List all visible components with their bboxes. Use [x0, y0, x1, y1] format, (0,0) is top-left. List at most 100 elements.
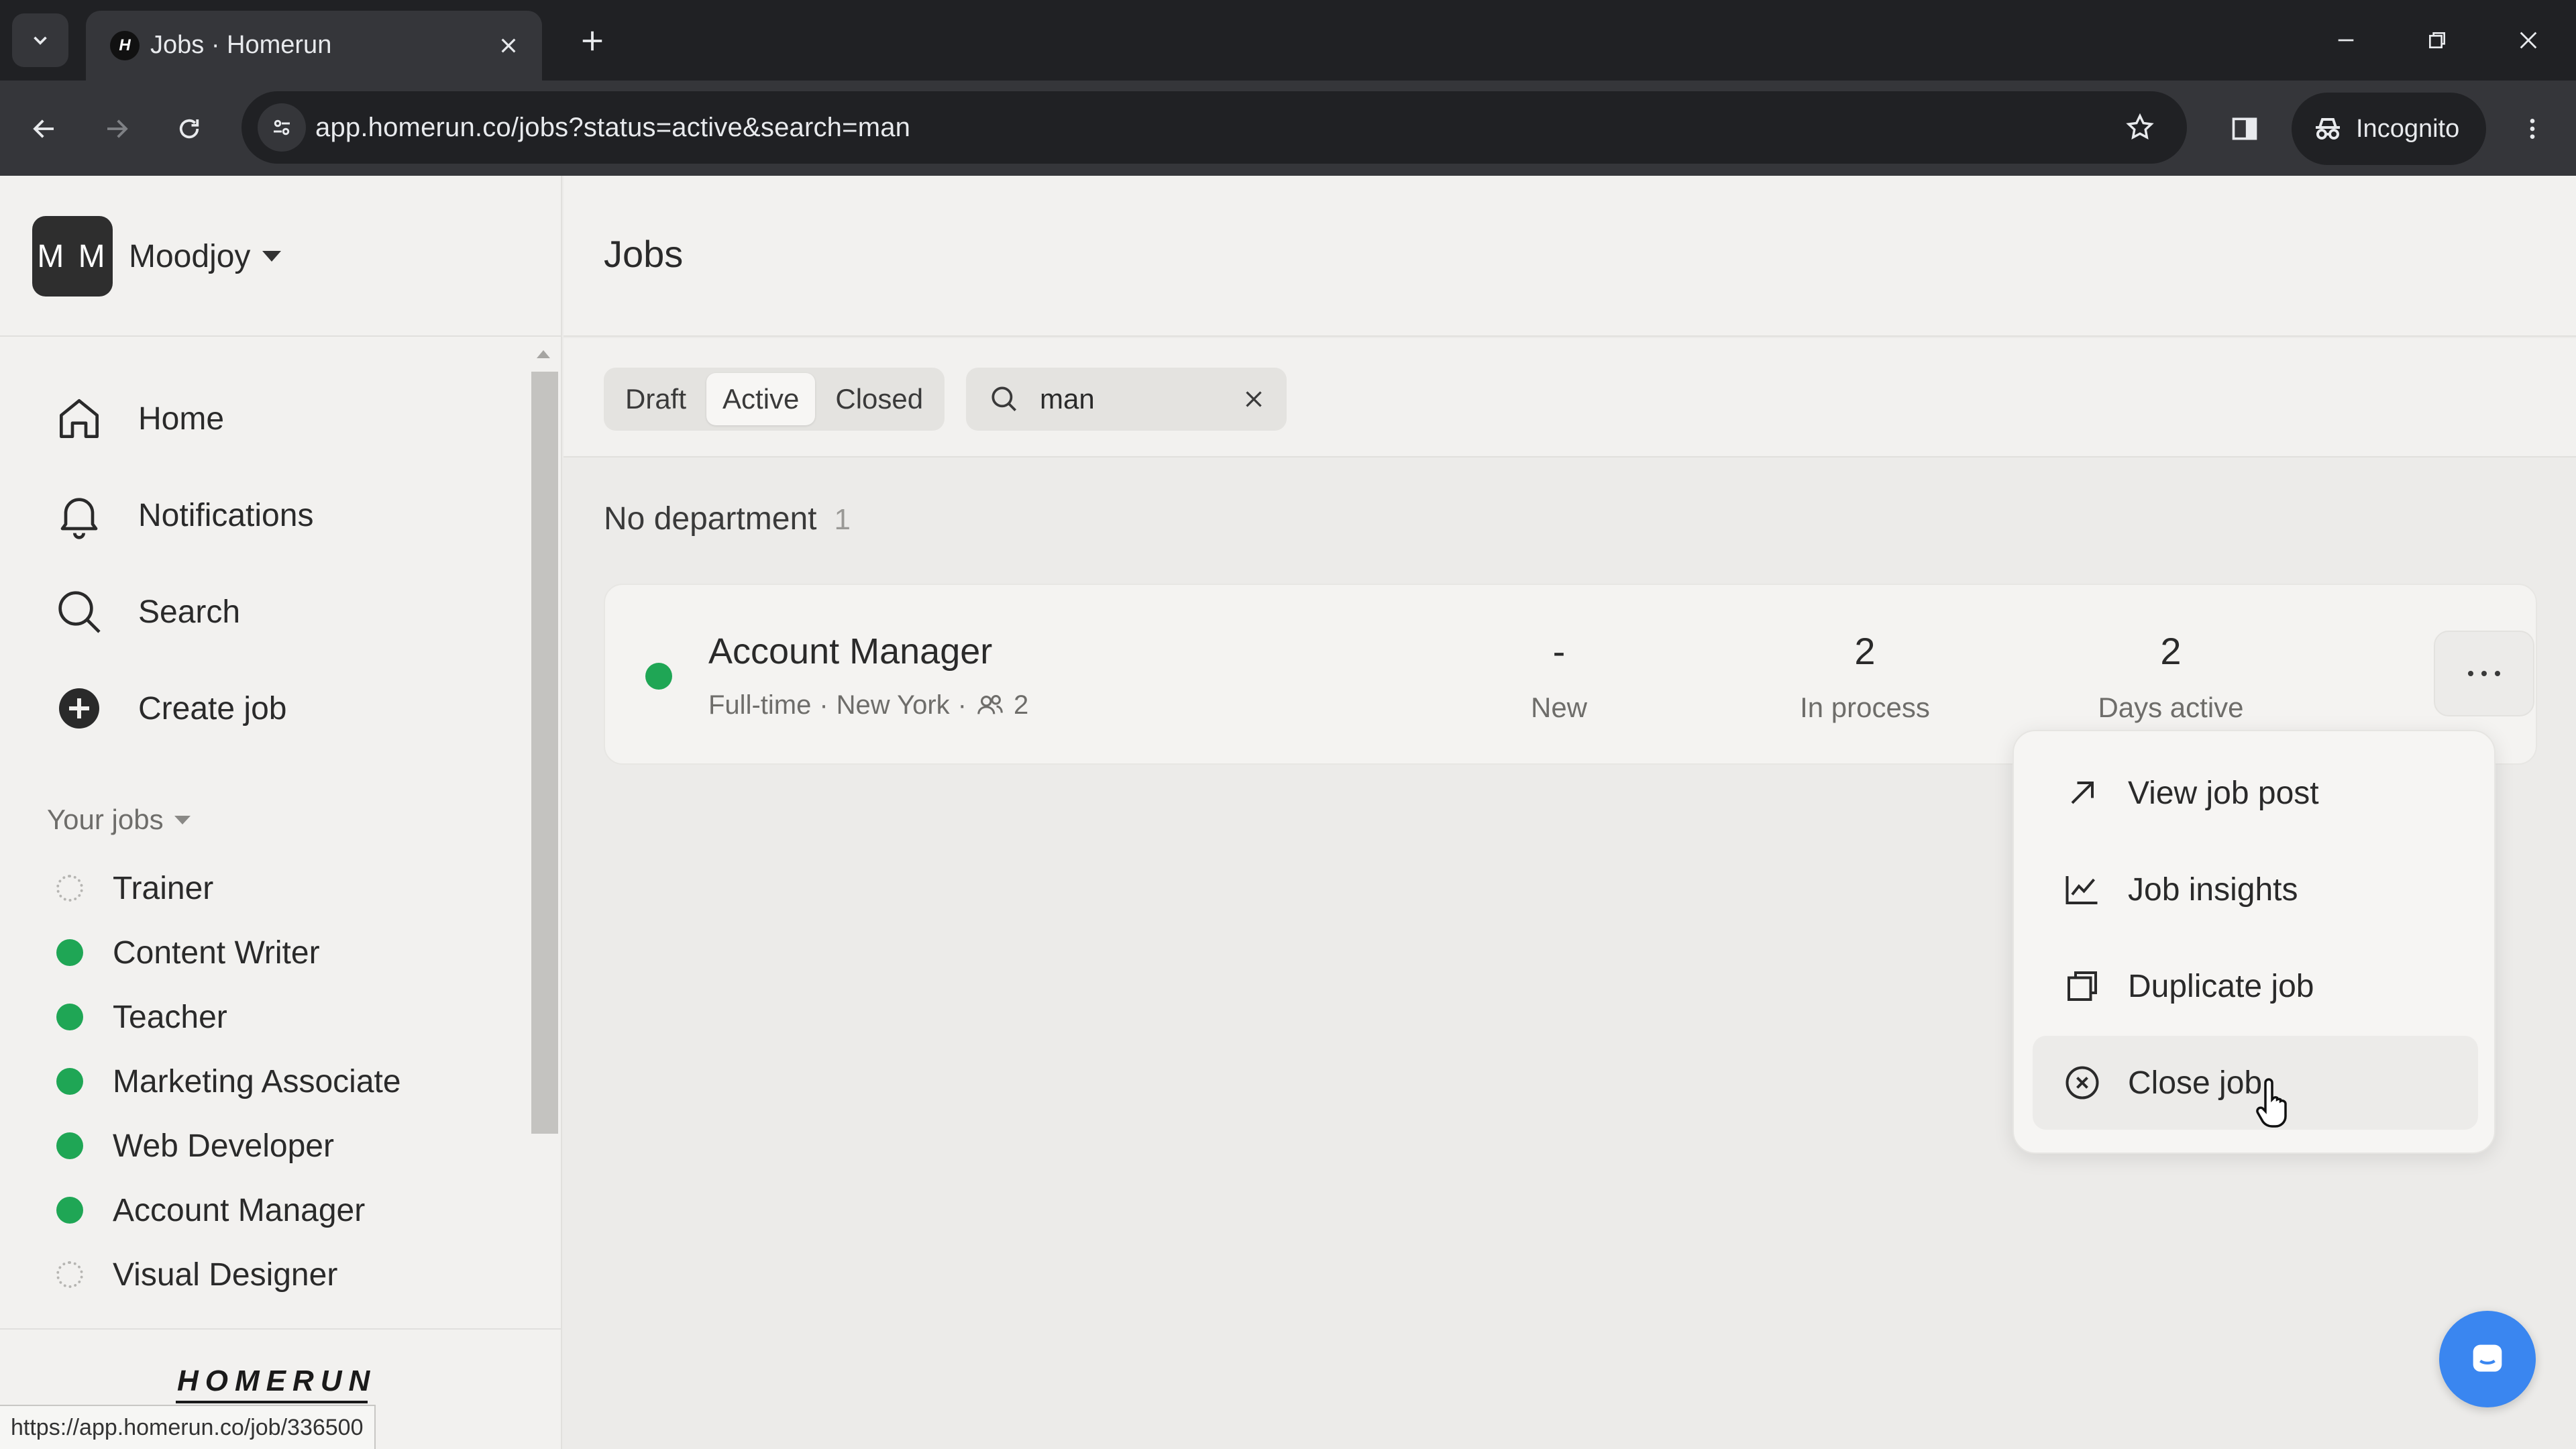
- draft-status-icon: [56, 875, 83, 902]
- your-jobs-label: Your jobs: [47, 804, 164, 835]
- restore-button[interactable]: [2407, 13, 2467, 67]
- department-heading: No department 1: [604, 500, 851, 537]
- chart-line-icon: [2061, 868, 2104, 911]
- stat-in-process[interactable]: 2 In process: [1764, 629, 1966, 724]
- stat-label: In process: [1800, 692, 1930, 723]
- meta-separator: ·: [819, 690, 828, 720]
- filter-closed[interactable]: Closed: [819, 373, 939, 425]
- stat-label: Days active: [2098, 692, 2244, 723]
- nav-search-label: Search: [138, 594, 241, 630]
- page-header: Jobs: [564, 176, 2576, 337]
- nav-home[interactable]: Home: [51, 385, 224, 452]
- sidebar-job-account-manager[interactable]: Account Manager: [56, 1183, 365, 1237]
- sidebar-job-label: Content Writer: [113, 934, 320, 971]
- sidebar-job-label: Web Developer: [113, 1128, 334, 1164]
- link-preview-statusbar: https://app.homerun.co/job/336500: [0, 1405, 376, 1449]
- divider: [0, 1328, 561, 1330]
- reload-button[interactable]: [162, 102, 216, 156]
- bookmark-button[interactable]: [2120, 107, 2160, 148]
- stat-new[interactable]: - New: [1458, 629, 1660, 724]
- team-count: 2: [1013, 690, 1029, 720]
- caret-down-icon: [262, 251, 282, 262]
- job-location: New York: [836, 690, 950, 720]
- draft-status-icon: [56, 1261, 83, 1288]
- sidebar-job-marketing-associate[interactable]: Marketing Associate: [56, 1055, 401, 1108]
- side-panel-button[interactable]: [2218, 102, 2271, 156]
- scroll-up-arrow-icon[interactable]: [537, 350, 550, 358]
- sidebar-job-teacher[interactable]: Teacher: [56, 990, 227, 1044]
- bell-icon: [51, 487, 107, 543]
- nav-search[interactable]: Search: [51, 578, 240, 645]
- menu-view-job-post[interactable]: View job post: [2033, 746, 2478, 840]
- browser-tab-active[interactable]: H Jobs · Homerun: [86, 11, 542, 80]
- minimize-icon: [2338, 39, 2354, 42]
- forward-button[interactable]: [90, 102, 144, 156]
- new-tab-button[interactable]: [569, 17, 616, 64]
- tab-close-button[interactable]: [490, 27, 527, 64]
- side-panel-icon: [2232, 117, 2257, 140]
- active-status-icon: [56, 1004, 83, 1030]
- back-button[interactable]: [17, 102, 71, 156]
- home-icon: [51, 390, 107, 447]
- clear-search-button[interactable]: [1237, 382, 1271, 416]
- tab-title: Jobs · Homerun: [150, 31, 332, 59]
- filter-active[interactable]: Active: [706, 373, 816, 425]
- incognito-icon: [2316, 118, 2340, 140]
- nav-create-job[interactable]: Create job: [51, 675, 286, 742]
- plus-icon: [582, 31, 602, 51]
- tab-search-button[interactable]: [12, 13, 68, 67]
- search-icon: [51, 584, 107, 640]
- plus-circle-icon: [51, 680, 107, 737]
- stat-value: 2: [1854, 630, 1876, 672]
- sidebar-job-visual-designer[interactable]: Visual Designer: [56, 1248, 337, 1301]
- browser-tab-strip: H Jobs · Homerun: [0, 0, 2576, 80]
- arrow-up-right-icon: [2061, 771, 2104, 814]
- site-info-button[interactable]: [258, 103, 306, 152]
- sidebar: M M Moodjoy Home Notifications Search Cr…: [0, 176, 562, 1449]
- menu-duplicate-job[interactable]: Duplicate job: [2033, 939, 2478, 1033]
- chat-launcher-button[interactable]: [2439, 1311, 2536, 1407]
- more-vertical-icon: [2530, 119, 2535, 139]
- incognito-label: Incognito: [2356, 114, 2460, 143]
- stat-value: 2: [2160, 630, 2182, 672]
- sidebar-job-web-developer[interactable]: Web Developer: [56, 1119, 334, 1173]
- sidebar-scrollbar-thumb[interactable]: [531, 372, 558, 1134]
- sidebar-job-trainer[interactable]: Trainer: [56, 861, 213, 915]
- page-title: Jobs: [604, 233, 684, 275]
- job-title[interactable]: Account Manager: [708, 631, 992, 672]
- job-actions-menu: View job post Job insights Duplicate job…: [2012, 730, 2496, 1154]
- sidebar-job-label: Trainer: [113, 870, 214, 906]
- nav-notifications[interactable]: Notifications: [51, 482, 313, 549]
- sidebar-job-content-writer[interactable]: Content Writer: [56, 926, 320, 979]
- stat-days-active[interactable]: 2 Days active: [2070, 629, 2271, 724]
- menu-item-label: Duplicate job: [2128, 968, 2314, 1004]
- active-status-icon: [56, 939, 83, 966]
- minimize-button[interactable]: [2316, 13, 2376, 67]
- star-icon: [2126, 113, 2154, 140]
- incognito-indicator[interactable]: Incognito: [2292, 93, 2486, 165]
- nav-home-label: Home: [138, 400, 225, 437]
- tune-icon: [274, 119, 290, 136]
- department-name: No department: [604, 501, 817, 537]
- browser-toolbar: app.homerun.co/jobs?status=active&search…: [0, 80, 2576, 176]
- job-actions-button[interactable]: [2434, 631, 2534, 716]
- address-bar[interactable]: app.homerun.co/jobs?status=active&search…: [241, 91, 2187, 164]
- active-status-icon: [56, 1132, 83, 1159]
- your-jobs-toggle[interactable]: Your jobs: [47, 804, 191, 836]
- restore-icon: [2429, 32, 2445, 48]
- org-switcher[interactable]: M M Moodjoy: [32, 216, 282, 297]
- divider: [0, 335, 561, 337]
- search-input[interactable]: [1040, 380, 1214, 419]
- window-close-button[interactable]: [2498, 13, 2559, 67]
- x-circle-icon: [2061, 1061, 2104, 1104]
- browser-menu-button[interactable]: [2509, 102, 2556, 156]
- filter-draft[interactable]: Draft: [609, 373, 702, 425]
- meta-separator: ·: [957, 690, 967, 720]
- nav-notifications-label: Notifications: [138, 497, 314, 533]
- active-status-icon: [56, 1068, 83, 1095]
- stat-label: New: [1530, 692, 1588, 723]
- caret-down-icon: [174, 815, 191, 824]
- logo-underline: [176, 1401, 368, 1403]
- chevron-down-icon: [34, 36, 47, 45]
- menu-job-insights[interactable]: Job insights: [2033, 843, 2478, 936]
